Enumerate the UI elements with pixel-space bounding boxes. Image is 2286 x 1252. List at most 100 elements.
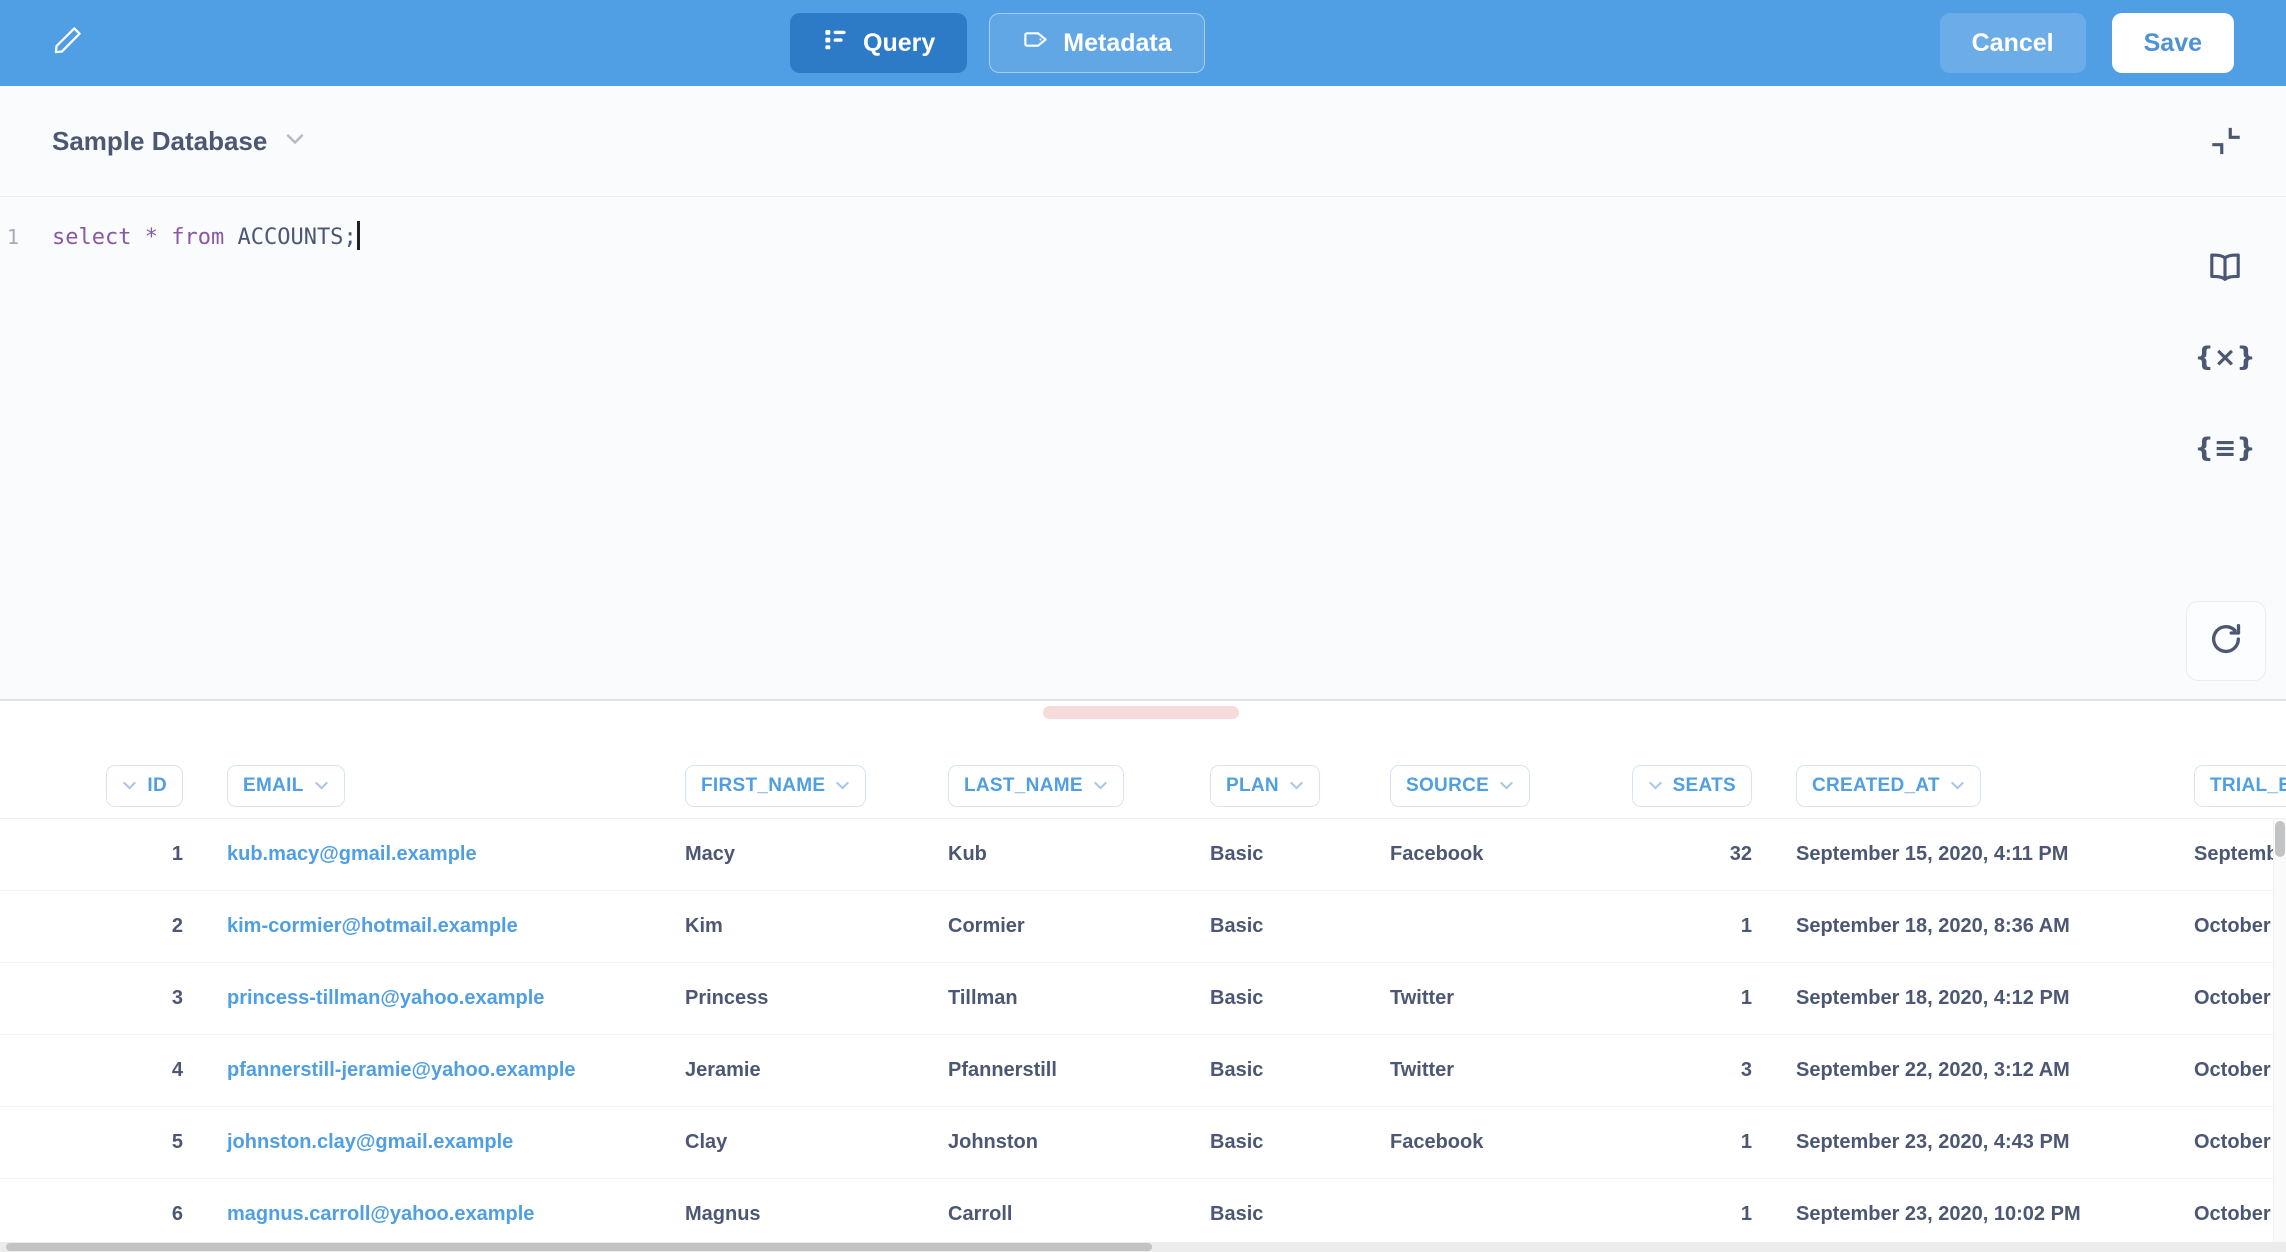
table-cell[interactable]: Basic xyxy=(1210,1203,1390,1226)
column-header-seats[interactable]: SEATS xyxy=(1632,765,1752,807)
cancel-button[interactable]: Cancel xyxy=(1940,13,2086,73)
table-cell[interactable]: Facebook xyxy=(1390,843,1604,866)
column-header-email[interactable]: EMAIL xyxy=(227,765,345,807)
tag-icon xyxy=(1022,26,1049,60)
horizontal-scrollbar[interactable] xyxy=(0,1242,2286,1252)
table-cell-email[interactable]: johnston.clay@gmail.example xyxy=(227,1131,685,1154)
variables-icon[interactable]: {×} xyxy=(2204,336,2246,378)
table-cell[interactable]: Johnston xyxy=(948,1131,1210,1154)
table-cell[interactable]: Twitter xyxy=(1390,987,1604,1010)
save-button[interactable]: Save xyxy=(2112,13,2234,73)
line-number: 1 xyxy=(7,225,19,249)
table-cell[interactable]: Basic xyxy=(1210,915,1390,938)
column-header-label: PLAN xyxy=(1226,775,1279,797)
table-cell-email[interactable]: kim-cormier@hotmail.example xyxy=(227,915,685,938)
table-cell[interactable]: 3 xyxy=(60,987,227,1010)
table-cell[interactable]: Magnus xyxy=(685,1203,948,1226)
table-cell[interactable]: September 18, 2020, 8:36 AM xyxy=(1796,915,2194,938)
chevron-down-icon xyxy=(1950,775,1965,797)
table-cell[interactable]: 5 xyxy=(60,1131,227,1154)
tab-query[interactable]: Query xyxy=(790,13,967,73)
table-row: 5johnston.clay@gmail.exampleClayJohnston… xyxy=(0,1107,2286,1179)
results-table: ID EMAIL FIRST_NAME LAST_NAME PLAN SOURCE SEAT… xyxy=(0,701,2286,1251)
list-icon xyxy=(822,26,849,60)
tab-metadata-label: Metadata xyxy=(1063,29,1171,58)
table-cell[interactable]: Carroll xyxy=(948,1203,1210,1226)
table-cell[interactable]: Pfannerstill xyxy=(948,1059,1210,1082)
table-cell[interactable]: September 22, 2020, 3:12 AM xyxy=(1796,1059,2194,1082)
column-header-label: FIRST_NAME xyxy=(701,775,825,797)
table-cell-email[interactable]: princess-tillman@yahoo.example xyxy=(227,987,685,1010)
sql-code-editor[interactable]: 1 select * from ACCOUNTS; xyxy=(0,197,2286,250)
table-cell[interactable]: 1 xyxy=(1604,915,1796,938)
column-header-last_name[interactable]: LAST_NAME xyxy=(948,765,1124,807)
table-cell[interactable]: Princess xyxy=(685,987,948,1010)
table-cell[interactable]: Facebook xyxy=(1390,1131,1604,1154)
table-cell[interactable]: Cormier xyxy=(948,915,1210,938)
table-cell[interactable]: September 18, 2020, 4:12 PM xyxy=(1796,987,2194,1010)
table-cell[interactable]: Basic xyxy=(1210,987,1390,1010)
chevron-down-icon xyxy=(122,775,137,797)
table-cell[interactable]: Jeramie xyxy=(685,1059,948,1082)
column-header-label: SOURCE xyxy=(1406,775,1489,797)
chevron-down-icon xyxy=(835,775,850,797)
column-header-label: EMAIL xyxy=(243,775,304,797)
column-header-id[interactable]: ID xyxy=(106,765,183,807)
table-cell[interactable]: 1 xyxy=(1604,1203,1796,1226)
table-cell[interactable]: Tillman xyxy=(948,987,1210,1010)
chevron-down-icon xyxy=(1289,775,1304,797)
table-row: 2kim-cormier@hotmail.exampleKimCormierBa… xyxy=(0,891,2286,963)
table-row: 4pfannerstill-jeramie@yahoo.exampleJeram… xyxy=(0,1035,2286,1107)
table-cell-email[interactable]: pfannerstill-jeramie@yahoo.example xyxy=(227,1059,685,1082)
snippets-icon[interactable]: {≡} xyxy=(2204,427,2246,469)
table-cell[interactable]: 6 xyxy=(60,1203,227,1226)
tab-query-label: Query xyxy=(863,29,935,58)
table-cell[interactable]: 4 xyxy=(60,1059,227,1082)
table-cell[interactable]: Clay xyxy=(685,1131,948,1154)
table-cell[interactable]: 2 xyxy=(60,915,227,938)
table-cell[interactable]: Macy xyxy=(685,843,948,866)
table-cell-email[interactable]: kub.macy@gmail.example xyxy=(227,843,685,866)
table-cell-email[interactable]: magnus.carroll@yahoo.example xyxy=(227,1203,685,1226)
table-cell[interactable]: Basic xyxy=(1210,843,1390,866)
table-cell[interactable]: Basic xyxy=(1210,1131,1390,1154)
chevron-down-icon xyxy=(1648,775,1663,797)
data-reference-icon[interactable] xyxy=(2204,247,2246,289)
table-cell[interactable]: Basic xyxy=(1210,1059,1390,1082)
column-header-created_at[interactable]: CREATED_AT xyxy=(1796,765,1981,807)
table-cell[interactable]: 3 xyxy=(1604,1059,1796,1082)
table-cell[interactable]: 32 xyxy=(1604,843,1796,866)
text-cursor xyxy=(357,221,360,250)
database-picker[interactable]: Sample Database xyxy=(52,126,305,157)
edit-mode-topbar: Query Metadata Cancel Save xyxy=(0,0,2286,86)
tab-metadata[interactable]: Metadata xyxy=(989,13,1204,73)
chevron-down-icon xyxy=(1093,775,1108,797)
chevron-down-icon xyxy=(285,132,305,151)
table-cell[interactable]: September 23, 2020, 10:02 PM xyxy=(1796,1203,2194,1226)
column-header-label: LAST_NAME xyxy=(964,775,1083,797)
collapse-editor-icon[interactable] xyxy=(2206,121,2246,161)
query-results-section: ID EMAIL FIRST_NAME LAST_NAME PLAN SOURCE SEAT… xyxy=(0,700,2286,1252)
table-cell[interactable]: September 23, 2020, 4:43 PM xyxy=(1796,1131,2194,1154)
run-query-button[interactable] xyxy=(2186,601,2266,681)
editor-tab-group: Query Metadata xyxy=(790,13,1205,73)
horizontal-scrollbar-thumb[interactable] xyxy=(6,1243,1152,1251)
table-cell[interactable]: Twitter xyxy=(1390,1059,1604,1082)
vertical-scrollbar[interactable] xyxy=(2273,819,2286,1242)
column-header-first_name[interactable]: FIRST_NAME xyxy=(685,765,866,807)
table-row: 1kub.macy@gmail.exampleMacyKubBasicFaceb… xyxy=(0,819,2286,891)
table-cell[interactable]: Kub xyxy=(948,843,1210,866)
table-cell[interactable]: 1 xyxy=(60,843,227,866)
chevron-down-icon xyxy=(314,775,329,797)
vertical-scrollbar-thumb[interactable] xyxy=(2275,821,2285,857)
column-header-plan[interactable]: PLAN xyxy=(1210,765,1320,807)
pencil-icon xyxy=(52,24,84,56)
table-cell[interactable]: September 15, 2020, 4:11 PM xyxy=(1796,843,2194,866)
table-cell[interactable]: 1 xyxy=(1604,1131,1796,1154)
column-header-trial[interactable]: TRIAL_EN xyxy=(2194,765,2286,807)
sql-editor-section: Sample Database 1 select * from ACCOUNTS… xyxy=(0,86,2286,700)
column-header-source[interactable]: SOURCE xyxy=(1390,765,1530,807)
table-cell[interactable]: 1 xyxy=(1604,987,1796,1010)
table-cell[interactable]: Kim xyxy=(685,915,948,938)
editor-resize-handle[interactable] xyxy=(1043,706,1239,719)
